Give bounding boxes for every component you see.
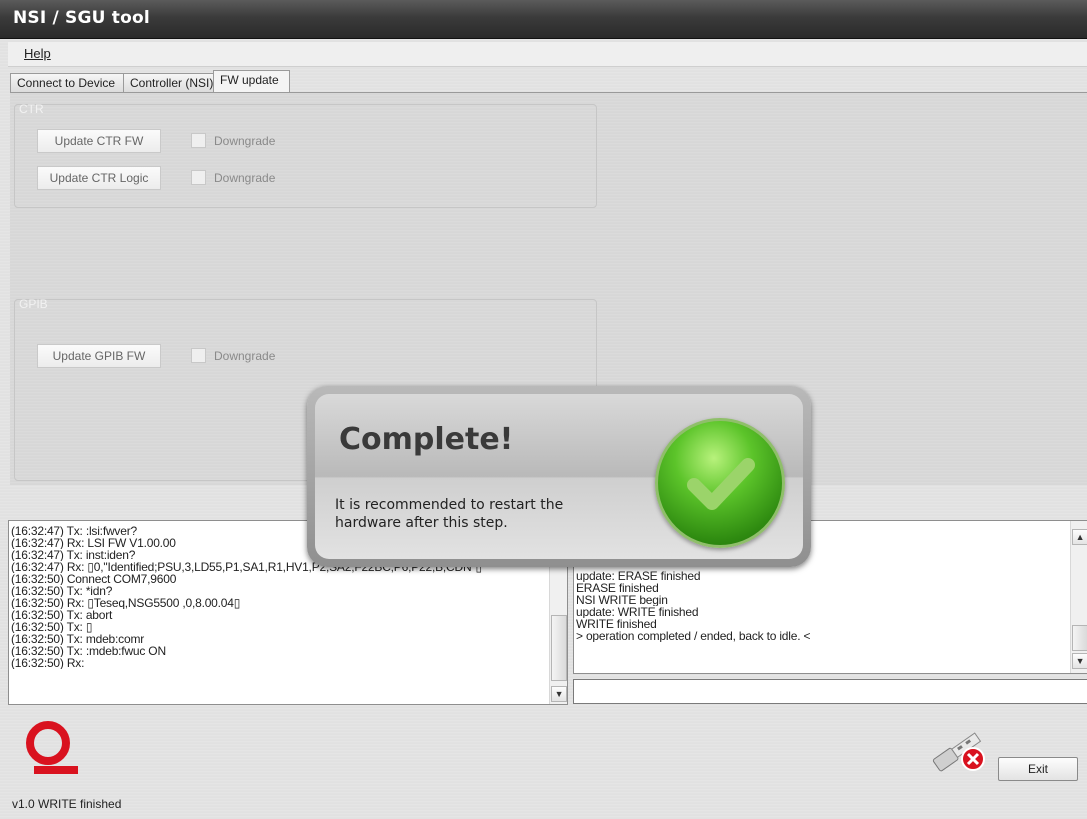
footer [0, 705, 1087, 819]
checkbox-box[interactable] [191, 348, 206, 363]
status-log-line: WRITE finished [576, 618, 657, 630]
brand-logo-icon [26, 721, 78, 774]
complete-notification: Complete! It is recommended to restart t… [307, 386, 811, 567]
status-log-lines: update: ERASE finished ERASE finished NSI … [576, 570, 1068, 642]
menu-bar: Help [8, 42, 1087, 67]
downgrade-label: Downgrade [214, 170, 276, 185]
check-mark-icon [687, 458, 755, 510]
ctr-fw-downgrade-checkbox[interactable]: Downgrade [191, 133, 275, 148]
gpib-downgrade-checkbox[interactable]: Downgrade [191, 348, 275, 363]
scroll-thumb[interactable] [1072, 625, 1087, 651]
usb-disconnected-icon [932, 732, 985, 772]
check-icon [655, 418, 785, 548]
menu-help-label: Help [24, 46, 51, 61]
checkbox-box[interactable] [191, 170, 206, 185]
tab-connect-to-device[interactable]: Connect to Device [10, 73, 125, 92]
status-log-line: update: ERASE finished [576, 570, 701, 582]
tab-fw-update[interactable]: FW update [213, 70, 290, 92]
log-line: (16:32:50) Connect COM7,9600 [11, 573, 177, 585]
notification-body: Complete! It is recommended to restart t… [315, 394, 803, 559]
checkbox-box[interactable] [191, 133, 206, 148]
title-bar: NSI / SGU tool [0, 0, 1087, 39]
gpib-group-title: GPIB [19, 297, 48, 311]
status-log-scrollbar[interactable]: ▲ ▼ [1070, 521, 1087, 673]
status-log-line: NSI WRITE begin [576, 594, 668, 606]
log-line: (16:32:50) Tx: abort [11, 609, 113, 621]
ctr-group-title: CTR [19, 102, 44, 116]
log-line: (16:32:50) Rx: [11, 657, 85, 669]
status-log-line: update: WRITE finished [576, 606, 699, 618]
ctr-group: CTR Update CTR FW Downgrade Update CTR L… [14, 102, 597, 208]
notification-title: Complete! [339, 422, 514, 457]
status-log-line: ERASE finished [576, 582, 659, 594]
log-line: (16:32:50) Tx: ▯ [11, 621, 93, 633]
status-log-line: > operation completed / ended, back to i… [576, 630, 811, 642]
tab-controller-nsi[interactable]: Controller (NSI) [123, 73, 224, 92]
scroll-down-icon[interactable]: ▼ [551, 686, 567, 702]
notification-message: It is recommended to restart the hardwar… [335, 497, 564, 531]
command-input[interactable] [573, 679, 1087, 704]
app-window: NSI / SGU tool Help Connect to Device Co… [0, 0, 1087, 819]
window-title: NSI / SGU tool [13, 8, 150, 28]
ctr-logic-downgrade-checkbox[interactable]: Downgrade [191, 170, 275, 185]
downgrade-label: Downgrade [214, 133, 276, 148]
update-gpib-fw-button[interactable]: Update GPIB FW [37, 344, 161, 368]
log-line: (16:32:50) Tx: :mdeb:fwuc ON [11, 645, 166, 657]
status-bar-text: v1.0 WRITE finished [12, 797, 122, 811]
menu-help[interactable]: Help [24, 46, 51, 61]
scroll-thumb[interactable] [551, 615, 567, 681]
update-ctr-fw-button[interactable]: Update CTR FW [37, 129, 161, 153]
log-line: (16:32:50) Rx: ▯Teseq,NSG5500 ,0,8.00.04… [11, 597, 241, 609]
exit-button[interactable]: Exit [998, 757, 1078, 781]
log-line: (16:32:50) Tx: *idn? [11, 585, 113, 597]
log-line: (16:32:50) Tx: mdeb:comr [11, 633, 145, 645]
update-ctr-logic-button[interactable]: Update CTR Logic [37, 166, 161, 190]
scroll-up-icon[interactable]: ▲ [1072, 529, 1087, 545]
downgrade-label: Downgrade [214, 348, 276, 363]
scroll-down-icon[interactable]: ▼ [1072, 653, 1087, 669]
